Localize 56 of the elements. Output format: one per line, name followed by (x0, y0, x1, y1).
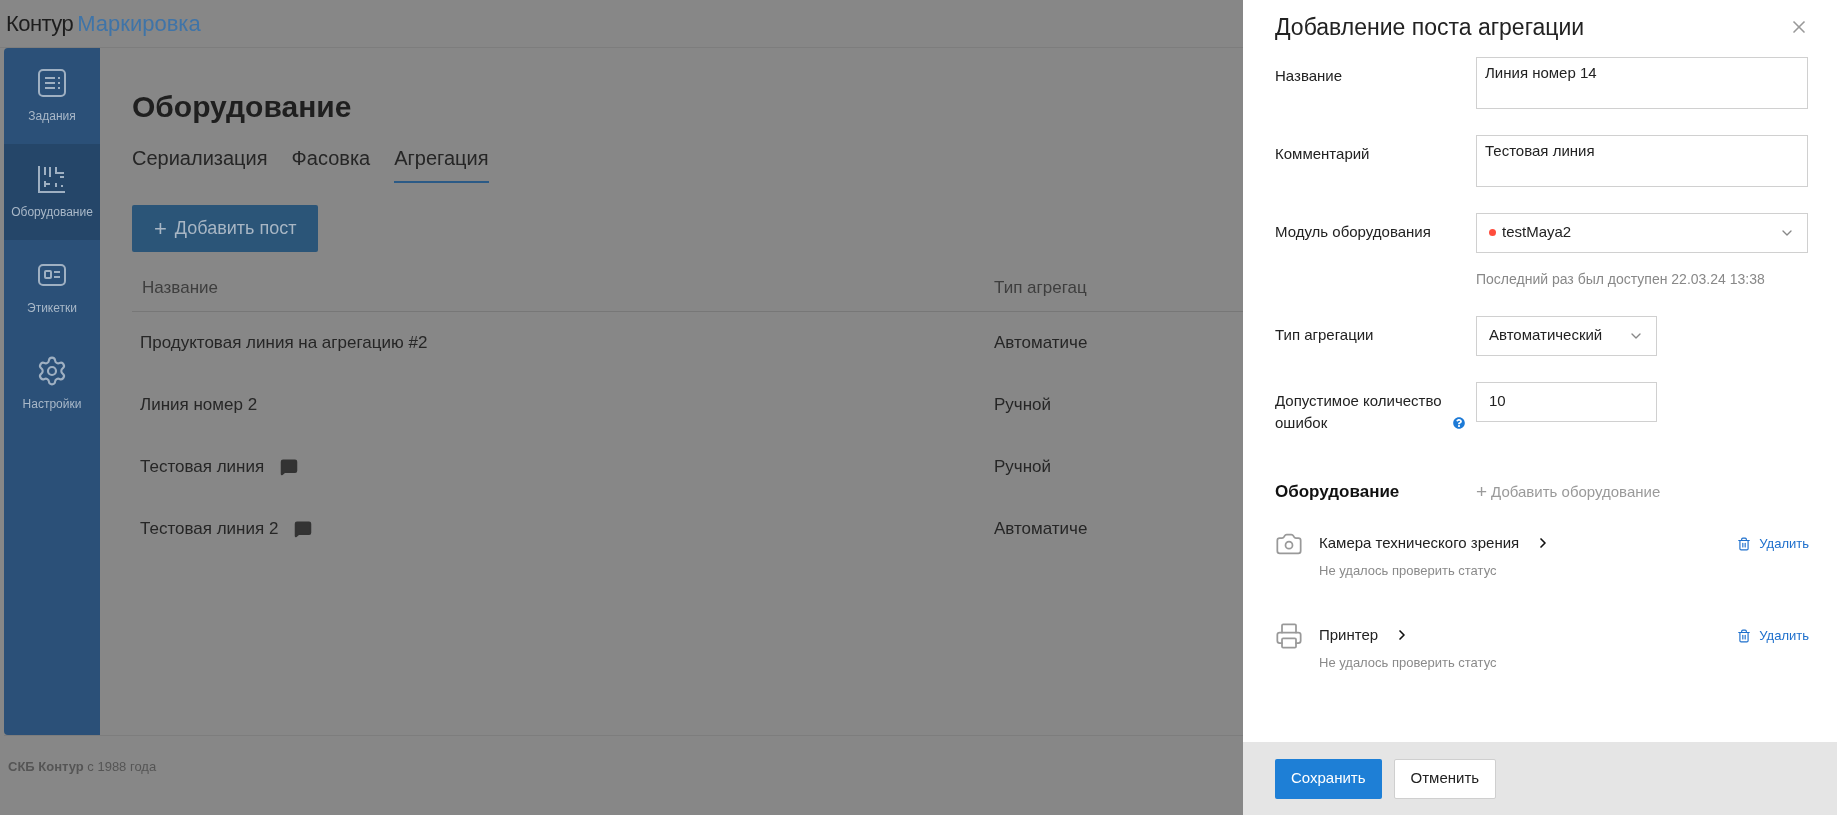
add-post-button[interactable]: + Добавить пост (132, 205, 319, 252)
help-icon[interactable] (1453, 416, 1465, 429)
product-name: Маркировка (77, 10, 201, 38)
trash-icon (1737, 536, 1752, 551)
select-value: Автоматический (1489, 325, 1603, 346)
nav-item[interactable]: Задания (4, 48, 100, 144)
tab[interactable]: Агрегация (394, 143, 489, 183)
input-field[interactable]: 10 (1476, 381, 1657, 422)
field-label: Название (1275, 65, 1343, 86)
list-icon (36, 67, 68, 99)
table-cell-text: Автоматиче (994, 518, 1088, 541)
cancel-button[interactable]: Отменить (1393, 758, 1497, 799)
table-cell-text: Продуктовая линия на агрегацию #2 (140, 332, 428, 355)
table-cell-text: Линия номер 2 (140, 394, 258, 417)
table-cell-text: Тестовая линия 2 (140, 518, 279, 541)
plus-icon: + (154, 212, 167, 245)
add-equipment-link[interactable]: + Добавить оборудование (1476, 477, 1661, 506)
select-field[interactable]: Автоматический (1476, 315, 1657, 356)
select-value: testMaya2 (1502, 222, 1572, 243)
field-label: Тип агрегации (1275, 324, 1374, 345)
field-label: Комментарий (1275, 143, 1370, 164)
nav-item[interactable]: Этикетки (4, 240, 100, 336)
hint-text: Последний раз был доступен 22.03.24 13:38 (1476, 269, 1766, 289)
column-header: Тип агрегац (994, 276, 1087, 299)
table-cell-text: Тестовая линия (140, 456, 265, 479)
printer-icon (1275, 622, 1303, 650)
tab[interactable]: Сериализация (132, 143, 268, 183)
remove-link[interactable]: Удалить (1737, 622, 1809, 646)
settings-icon (36, 355, 68, 387)
barcode-icon (36, 163, 68, 195)
page-title: Оборудование (132, 89, 352, 125)
field-label: Допустимое количество ошибок (1275, 390, 1443, 433)
text-area[interactable]: Тестовая линия (1476, 134, 1808, 187)
comment-icon[interactable] (294, 520, 313, 538)
panel-title: Добавление поста агрегации (1275, 13, 1585, 42)
text-area[interactable]: Линия номер 14 (1476, 56, 1808, 109)
select-field[interactable]: testMaya2 (1476, 212, 1808, 253)
table-cell-text: Ручной (994, 456, 1052, 479)
brand-logo: Контур (6, 10, 74, 38)
remove-link[interactable]: Удалить (1737, 530, 1809, 554)
comment-icon[interactable] (280, 458, 299, 476)
tab[interactable]: Фасовка (291, 143, 371, 183)
table-cell-text: Ручной (994, 394, 1052, 417)
section-title: Оборудование (1275, 481, 1401, 503)
equipment-name[interactable]: Принтер (1319, 624, 1379, 647)
equipment-name[interactable]: Камера технического зрения (1319, 532, 1520, 555)
plus-icon: + (1476, 477, 1488, 506)
nav-item[interactable]: Оборудование (4, 144, 100, 240)
nav-item[interactable]: Настройки (4, 336, 100, 432)
column-header: Название (142, 276, 219, 299)
table-cell-text: Автоматиче (994, 332, 1088, 355)
equipment-status: Не удалось проверить статус (1319, 561, 1498, 580)
save-button[interactable]: Сохранить (1275, 758, 1382, 799)
equipment-status: Не удалось проверить статус (1319, 653, 1498, 672)
trash-icon (1737, 628, 1752, 643)
field-label: Модуль оборудования (1275, 221, 1431, 242)
